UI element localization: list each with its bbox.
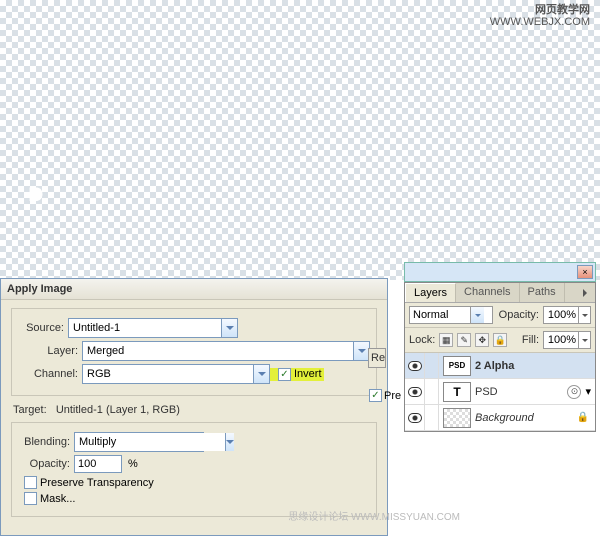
tab-paths[interactable]: Paths bbox=[520, 283, 565, 302]
opacity-value-input[interactable] bbox=[544, 309, 578, 321]
link-col[interactable] bbox=[425, 405, 439, 431]
target-label: Target: bbox=[13, 404, 47, 416]
chevron-down-icon[interactable] bbox=[470, 307, 484, 323]
fill-input[interactable] bbox=[543, 331, 591, 349]
layers-list: PSD 2 Alpha T PSD ⊙ ▾ Background 🔒 bbox=[405, 353, 595, 431]
cutoff-button[interactable]: Re bbox=[368, 348, 386, 368]
blending-fieldset: Blending: Opacity: % Preserve Transparen… bbox=[11, 422, 377, 517]
blending-combo[interactable] bbox=[74, 432, 204, 452]
blend-opacity-row: Opacity: bbox=[405, 303, 595, 328]
panel-opacity-input[interactable] bbox=[543, 306, 591, 324]
invert-highlight: Invert bbox=[270, 368, 324, 381]
chevron-down-icon[interactable] bbox=[578, 307, 590, 323]
link-col[interactable] bbox=[425, 379, 439, 405]
mask-checkbox[interactable]: Mask... bbox=[24, 492, 75, 505]
panel-tabs: Layers Channels Paths bbox=[405, 283, 595, 303]
lock-paint-icon[interactable]: ✎ bbox=[457, 333, 471, 347]
layer-item-psd[interactable]: T PSD ⊙ ▾ bbox=[405, 379, 595, 405]
layers-panel: Layers Channels Paths Opacity: Lock: ▦ ✎… bbox=[404, 282, 596, 432]
blending-label: Blending: bbox=[18, 436, 74, 448]
layer-name: Background bbox=[475, 412, 577, 424]
eye-icon[interactable] bbox=[405, 379, 425, 405]
lock-label: Lock: bbox=[409, 334, 435, 346]
layer-item-background[interactable]: Background 🔒 bbox=[405, 405, 595, 431]
blend-mode-input[interactable] bbox=[410, 309, 470, 321]
layer-label: Layer: bbox=[18, 345, 82, 357]
fx-icon[interactable]: ⊙ bbox=[567, 385, 581, 399]
lock-all-icon[interactable]: 🔒 bbox=[493, 333, 507, 347]
preview-label: Pre bbox=[384, 390, 401, 402]
watermark-cn: 网页教学网 bbox=[490, 4, 590, 16]
eye-icon[interactable] bbox=[405, 405, 425, 431]
apply-image-dialog: Apply Image Source: Layer: Channel: bbox=[0, 278, 388, 536]
chevron-down-icon[interactable] bbox=[353, 342, 369, 360]
chevron-down-icon[interactable] bbox=[221, 319, 237, 337]
opacity-input[interactable] bbox=[74, 455, 122, 473]
panel-titlebar: × bbox=[404, 262, 596, 282]
layer-item-2alpha[interactable]: PSD 2 Alpha bbox=[405, 353, 595, 379]
watermark-bottom: 思缘设计论坛 WWW.MISSYUAN.COM bbox=[288, 508, 460, 523]
preserve-transparency-checkbox[interactable]: Preserve Transparency bbox=[24, 476, 154, 489]
layer-input[interactable] bbox=[83, 342, 353, 360]
source-label: Source: bbox=[18, 322, 68, 334]
target-value: Untitled-1 (Layer 1, RGB) bbox=[56, 404, 180, 416]
lock-icon: 🔒 bbox=[577, 412, 589, 423]
watermark-url: WWW.WEBJX.COM bbox=[490, 16, 590, 28]
layer-thumb: PSD bbox=[443, 356, 471, 376]
opacity-label: Opacity: bbox=[18, 458, 74, 470]
checkbox-icon bbox=[278, 368, 291, 381]
lock-move-icon[interactable]: ✥ bbox=[475, 333, 489, 347]
source-input[interactable] bbox=[69, 319, 221, 337]
fill-value-input[interactable] bbox=[544, 334, 578, 346]
checkbox-icon bbox=[369, 389, 382, 402]
layer-combo[interactable] bbox=[82, 341, 370, 361]
source-fieldset: Source: Layer: Channel: bbox=[11, 308, 377, 396]
canvas: 网页教学网 WWW.WEBJX.COM PSD bbox=[0, 0, 600, 280]
panel-menu-icon[interactable] bbox=[578, 286, 592, 300]
chevron-down-icon[interactable] bbox=[225, 433, 234, 451]
invert-checkbox[interactable]: Invert bbox=[278, 368, 322, 381]
preserve-label: Preserve Transparency bbox=[40, 477, 154, 489]
source-combo[interactable] bbox=[68, 318, 238, 338]
blend-mode-combo[interactable] bbox=[409, 306, 493, 324]
fill-label: Fill: bbox=[522, 334, 539, 346]
panel-opacity-label: Opacity: bbox=[499, 309, 539, 321]
lock-fill-row: Lock: ▦ ✎ ✥ 🔒 Fill: bbox=[405, 328, 595, 353]
chevron-down-icon[interactable] bbox=[578, 332, 590, 348]
preview-checkbox[interactable]: Pre bbox=[369, 389, 401, 402]
lock-transparency-icon[interactable]: ▦ bbox=[439, 333, 453, 347]
chevron-down-icon[interactable] bbox=[253, 365, 269, 383]
invert-label: Invert bbox=[294, 368, 322, 380]
blending-input[interactable] bbox=[75, 433, 225, 451]
checkbox-icon bbox=[24, 476, 37, 489]
eye-icon[interactable] bbox=[405, 353, 425, 379]
checkbox-icon bbox=[24, 492, 37, 505]
tab-layers[interactable]: Layers bbox=[405, 283, 456, 302]
layer-name: PSD bbox=[475, 386, 567, 398]
watermark-top: 网页教学网 WWW.WEBJX.COM bbox=[490, 4, 590, 28]
layer-thumb bbox=[443, 408, 471, 428]
channel-label: Channel: bbox=[18, 368, 82, 380]
channel-input[interactable] bbox=[83, 365, 253, 383]
mask-label: Mask... bbox=[40, 493, 75, 505]
dialog-title: Apply Image bbox=[1, 279, 387, 300]
chevron-down-icon[interactable]: ▾ bbox=[585, 385, 591, 398]
tab-channels[interactable]: Channels bbox=[456, 283, 519, 302]
link-col[interactable] bbox=[425, 353, 439, 379]
type-layer-icon: T bbox=[443, 382, 471, 402]
channel-combo[interactable] bbox=[82, 364, 270, 384]
opacity-unit: % bbox=[128, 458, 138, 470]
target-line: Target: Untitled-1 (Layer 1, RGB) bbox=[13, 404, 377, 416]
layer-name: 2 Alpha bbox=[475, 360, 595, 372]
close-icon[interactable]: × bbox=[577, 265, 593, 279]
